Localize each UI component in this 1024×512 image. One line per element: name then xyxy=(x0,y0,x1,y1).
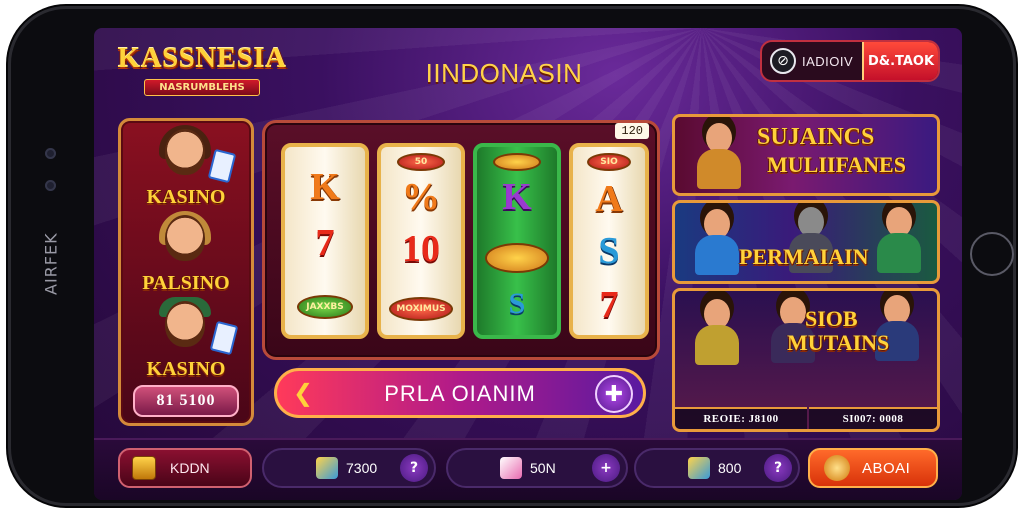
reel-top-badge: 50 xyxy=(397,153,445,171)
account-button[interactable]: D&.TAOK xyxy=(862,42,938,80)
reel-4[interactable]: SIO A S 7 xyxy=(569,143,649,339)
device-side-label: AIRFEK xyxy=(41,232,61,296)
treasure-icon xyxy=(132,456,156,480)
reel-symbol: 7 xyxy=(599,284,619,326)
play-button[interactable]: ❮ PRLA OIANIM ✚ xyxy=(274,368,646,418)
gift-icon xyxy=(500,457,522,479)
sensor-dot xyxy=(45,180,56,191)
reel-symbol: K xyxy=(310,166,340,208)
home-button[interactable] xyxy=(970,232,1014,276)
about-button[interactable]: ABOAI xyxy=(808,448,938,488)
banner-title-line1: SIOB xyxy=(805,306,858,331)
account-pill[interactable]: ⊘ IADIOIV D&.TAOK xyxy=(760,40,940,82)
left-game-panel: KASINO PALSINO KASINO 81 5100 xyxy=(118,118,254,426)
kbn-label: KDDN xyxy=(170,460,210,476)
bottom-bar: KDDN 7300 ? 50N + 800 ? ABOAI xyxy=(94,438,962,500)
promo-banner-3[interactable]: SIOB MUTAINS REOIE: J8100 SI007: 0008 xyxy=(672,288,940,432)
reel-badge: MOXIMUS xyxy=(389,297,453,321)
slot-machine: 120 K 7 JAXXBS 50 % 10 MOXIMUS K S SIO A xyxy=(262,120,660,360)
queen-portrait-icon xyxy=(685,299,749,399)
chip-value: 50N xyxy=(530,460,556,476)
game-tile-palsino[interactable]: PALSINO xyxy=(121,211,251,295)
cards-icon xyxy=(209,320,239,356)
banner-title-line2: MULIIFANES xyxy=(767,152,906,177)
currency-chip-1[interactable]: 7300 ? xyxy=(262,448,436,488)
ticket-icon xyxy=(688,457,710,479)
game-tile-label: KASINO xyxy=(146,358,226,380)
game-tile-label: PALSINO xyxy=(142,272,230,294)
game-logo: KASSNESIA NASRUMBLEHS xyxy=(114,36,290,110)
coin-bag-icon xyxy=(824,455,850,481)
logo-subtitle: NASRUMBLEHS xyxy=(144,79,260,96)
play-label: PRLA OIANIM xyxy=(384,381,536,406)
chip-value: 7300 xyxy=(346,460,378,476)
reel-badge: JAXXBS xyxy=(297,295,353,319)
reel-symbol: S xyxy=(598,230,620,272)
add-bet-button[interactable]: ✚ xyxy=(595,375,633,413)
woman-portrait-icon xyxy=(165,215,205,261)
chevron-left-icon[interactable]: ❮ xyxy=(289,379,317,407)
chip-add-button[interactable]: ? xyxy=(764,454,792,482)
about-label: ABOAI xyxy=(862,459,911,477)
reel-3[interactable]: K S xyxy=(473,143,561,339)
account-label: IADIOIV xyxy=(802,53,854,69)
reel-symbol: S xyxy=(508,287,526,320)
phone-frame: AIRFEK KASSNESIA NASRUMBLEHS IINDONASIN … xyxy=(8,6,1016,506)
currency-chip-2[interactable]: 50N + xyxy=(446,448,628,488)
left-balance-value[interactable]: 81 5100 xyxy=(133,385,239,417)
man-with-cards-icon xyxy=(165,301,205,347)
game-tile-kasino-1[interactable]: KASINO xyxy=(121,125,251,209)
currency-chip-3[interactable]: 800 ? xyxy=(634,448,800,488)
game-tile-label: KASINO xyxy=(146,186,226,208)
reel-symbol: K xyxy=(502,176,532,218)
woman-portrait-icon xyxy=(689,123,749,193)
woman-portrait-icon xyxy=(689,209,745,279)
reel-2[interactable]: 50 % 10 MOXIMUS xyxy=(377,143,465,339)
camera-dot xyxy=(45,148,56,159)
logo-title: KASSNESIA xyxy=(117,42,287,74)
banner-caption-left: REOIE: J8100 xyxy=(675,407,807,429)
chip-add-button[interactable]: ? xyxy=(400,454,428,482)
chip-add-button[interactable]: + xyxy=(592,454,620,482)
woman-portrait-icon xyxy=(871,207,927,277)
promo-banner-2[interactable]: PERMAIAIN xyxy=(672,200,940,284)
game-screen: KASSNESIA NASRUMBLEHS IINDONASIN ⊘ IADIO… xyxy=(94,28,962,500)
woman-with-cards-icon xyxy=(165,129,205,175)
slot-counter: 120 xyxy=(615,123,649,139)
cards-icon xyxy=(207,148,237,184)
chip-value: 800 xyxy=(718,460,742,476)
reel-symbol: A xyxy=(595,178,623,220)
page-title: IINDONASIN xyxy=(425,58,583,88)
reel-symbol: 10 xyxy=(402,228,440,270)
banner-title-line2: MUTAINS xyxy=(787,330,890,355)
coin-icon xyxy=(485,243,549,273)
banner-title-line1: SUJAINCS xyxy=(757,124,875,150)
reel-symbol: % xyxy=(402,176,440,218)
reel-1[interactable]: K 7 JAXXBS xyxy=(281,143,369,339)
banner-caption-right: SI007: 0008 xyxy=(809,407,937,429)
coin-icon xyxy=(493,153,541,171)
ticket-icon xyxy=(316,457,338,479)
promo-banner-1[interactable]: SUJAINCS MULIIFANES xyxy=(672,114,940,196)
settings-icon[interactable]: ⊘ xyxy=(770,48,796,74)
kbn-button[interactable]: KDDN xyxy=(118,448,252,488)
reel-top-badge: SIO xyxy=(587,153,631,171)
banner-title: PERMAIAIN xyxy=(739,244,869,269)
game-tile-kasino-2[interactable]: KASINO xyxy=(121,297,251,381)
reel-symbol: 7 xyxy=(315,222,335,264)
